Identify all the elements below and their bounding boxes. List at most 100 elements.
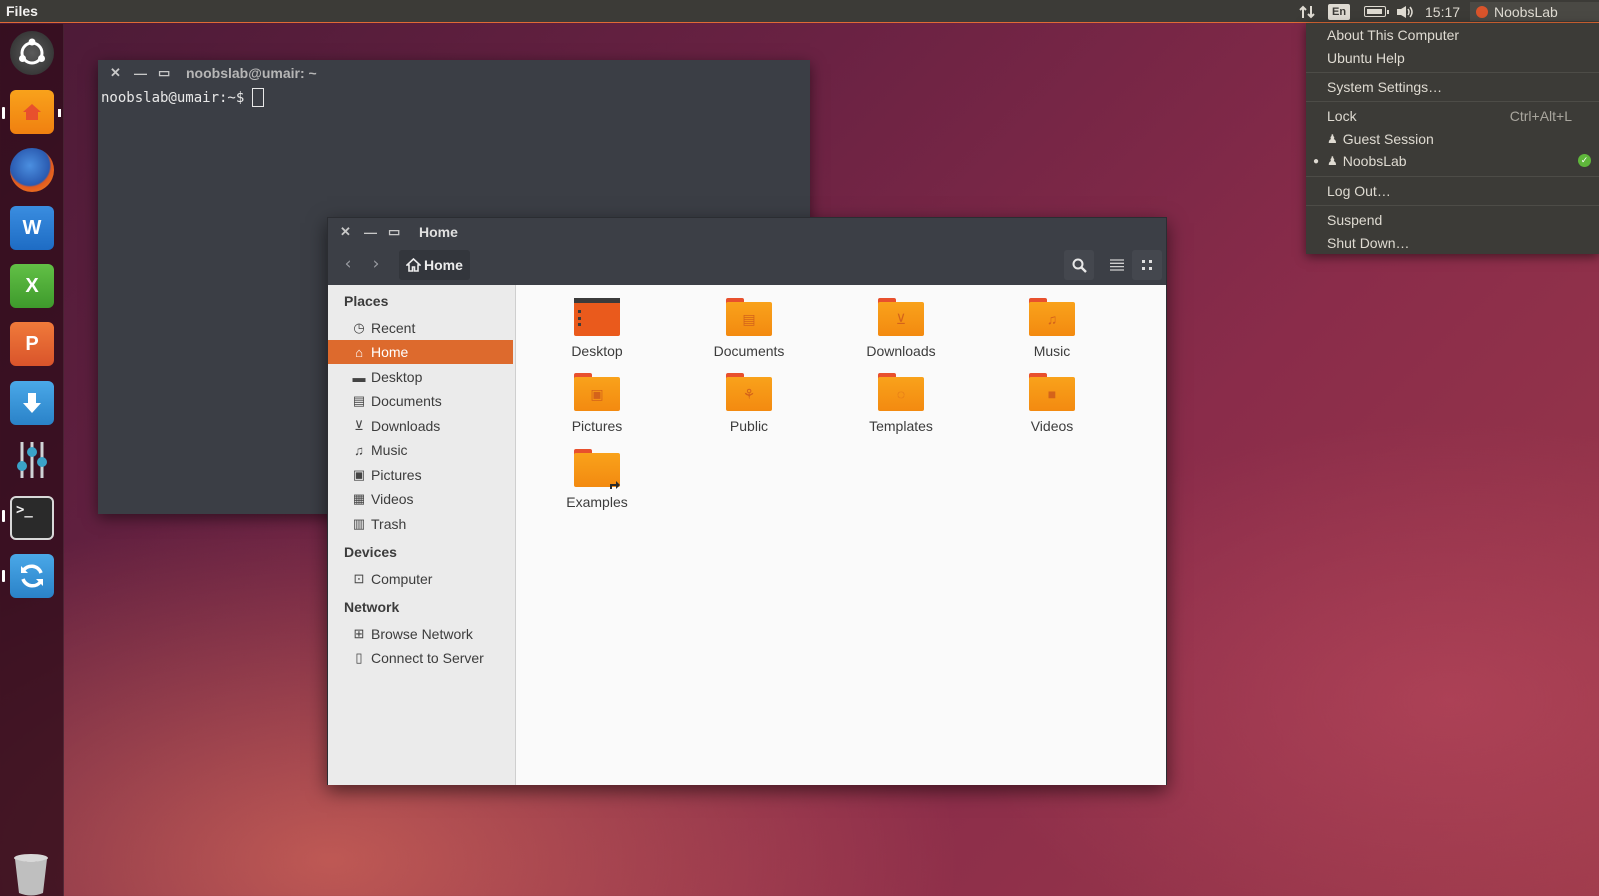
- sidebar-item-label: Home: [371, 344, 409, 360]
- menu-current-user[interactable]: ● ♟ NoobsLab: [1313, 151, 1587, 171]
- files-toolbar: ‹ › Home: [328, 246, 1166, 284]
- menu-about-computer[interactable]: About This Computer: [1327, 25, 1587, 45]
- sidebar-item-browse-network[interactable]: ⊞ Browse Network: [328, 622, 513, 646]
- sidebar-item-label: Computer: [371, 571, 433, 587]
- folder-item-examples[interactable]: Examples: [532, 449, 662, 510]
- minimize-icon[interactable]: —: [364, 225, 377, 240]
- grid-icon: [1142, 260, 1152, 270]
- sidebar-item-label: Documents: [371, 393, 442, 409]
- keyboard-layout-indicator[interactable]: En: [1328, 2, 1351, 21]
- menu-shut-down[interactable]: Shut Down…: [1327, 233, 1587, 253]
- menu-log-out[interactable]: Log Out…: [1327, 181, 1587, 201]
- equalizer-settings-icon[interactable]: [10, 438, 54, 482]
- folder-item-desktop[interactable]: Desktop: [532, 298, 662, 359]
- pictures-folder-icon: ▣: [574, 373, 620, 411]
- sidebar-item-documents[interactable]: ▤ Documents: [328, 389, 513, 413]
- firefox-icon[interactable]: [10, 148, 54, 192]
- places-header: Places: [344, 293, 389, 309]
- document-icon: ▤: [352, 393, 366, 408]
- terminal-prompt-line[interactable]: noobslab@umair:~$: [101, 88, 810, 107]
- desktop-folder-icon: [574, 298, 620, 336]
- menu-separator: [1306, 205, 1599, 206]
- files-titlebar[interactable]: ✕ — ▭ Home: [328, 218, 1166, 246]
- dash-ubuntu-icon[interactable]: [10, 31, 54, 75]
- folder-item-documents[interactable]: ▤ Documents: [684, 298, 814, 359]
- video-icon: ▦: [352, 491, 366, 506]
- folder-item-videos[interactable]: ■ Videos: [987, 373, 1117, 434]
- software-center-icon[interactable]: [10, 381, 54, 425]
- user-icon: ♟: [1327, 132, 1338, 146]
- minimize-icon[interactable]: —: [134, 66, 147, 81]
- sidebar-item-connect-to-server[interactable]: ▯ Connect to Server: [328, 646, 513, 670]
- home-icon: [406, 258, 421, 272]
- chevron-left-icon: ‹: [344, 254, 352, 274]
- folder-item-pictures[interactable]: ▣ Pictures: [532, 373, 662, 434]
- folder-item-templates[interactable]: ◌ Templates: [836, 373, 966, 434]
- music-folder-icon: ♫: [1029, 298, 1075, 336]
- search-button[interactable]: [1064, 250, 1094, 280]
- file-view[interactable]: Desktop ▤ Documents ⊻ Downloads ♫ Music …: [516, 285, 1166, 785]
- sidebar-item-videos[interactable]: ▦ Videos: [328, 487, 513, 511]
- videos-folder-icon: ■: [1029, 373, 1075, 411]
- close-icon[interactable]: ✕: [340, 224, 351, 240]
- files-window[interactable]: ✕ — ▭ Home ‹ › Home Places ◷ Recent ⌂ Home…: [327, 217, 1167, 785]
- sidebar-item-home[interactable]: ⌂ Home: [328, 340, 513, 364]
- launcher-running-pip: [2, 107, 5, 119]
- trash-launcher-icon[interactable]: [12, 852, 50, 896]
- calc-icon[interactable]: X: [10, 264, 54, 308]
- chevron-right-icon: ›: [372, 254, 380, 274]
- files-title: Home: [419, 224, 458, 240]
- launcher-focus-pip: [58, 109, 61, 117]
- software-updater-icon[interactable]: [10, 554, 54, 598]
- menu-current-user-label: NoobsLab: [1342, 153, 1407, 169]
- sidebar-item-pictures[interactable]: ▣ Pictures: [328, 463, 513, 487]
- clock[interactable]: 15:17: [1425, 2, 1460, 21]
- menu-lock-shortcut: Ctrl+Alt+L: [1509, 108, 1572, 124]
- folder-item-music[interactable]: ♫ Music: [987, 298, 1117, 359]
- maximize-icon[interactable]: ▭: [158, 65, 170, 81]
- sidebar-item-trash[interactable]: ▥ Trash: [328, 512, 513, 536]
- sidebar-item-label: Trash: [371, 516, 407, 532]
- menu-lock-label: Lock: [1327, 108, 1357, 124]
- menu-system-settings[interactable]: System Settings…: [1327, 77, 1587, 97]
- breadcrumb-label: Home: [424, 257, 463, 273]
- devices-header: Devices: [344, 544, 397, 560]
- folder-label: Downloads: [866, 343, 936, 359]
- battery-icon[interactable]: [1361, 2, 1389, 21]
- list-view-button[interactable]: [1102, 250, 1132, 280]
- impress-icon[interactable]: P: [10, 322, 54, 366]
- menu-separator: [1306, 101, 1599, 102]
- terminal-titlebar[interactable]: ✕ — ▭ noobslab@umair: ~: [98, 60, 810, 86]
- menu-lock[interactable]: Lock Ctrl+Alt+L: [1327, 106, 1587, 126]
- menu-suspend[interactable]: Suspend: [1327, 210, 1587, 230]
- symlink-arrow-icon: [610, 481, 620, 489]
- terminal-launcher-icon[interactable]: >_: [10, 496, 54, 540]
- back-button[interactable]: ‹: [335, 251, 361, 277]
- volume-icon[interactable]: [1394, 2, 1416, 21]
- close-icon[interactable]: ✕: [110, 65, 121, 81]
- sidebar-item-desktop[interactable]: ▬ Desktop: [328, 365, 513, 389]
- session-indicator[interactable]: NoobsLab: [1470, 2, 1599, 21]
- sidebar-item-label: Browse Network: [371, 626, 473, 642]
- folder-label: Pictures: [571, 418, 623, 434]
- network-transfer-icon[interactable]: [1297, 2, 1317, 21]
- sidebar-item-recent[interactable]: ◷ Recent: [328, 316, 513, 340]
- folder-label: Public: [729, 418, 769, 434]
- maximize-icon[interactable]: ▭: [388, 224, 400, 240]
- files-launcher-icon[interactable]: [10, 90, 54, 134]
- folder-item-public[interactable]: ⚘ Public: [684, 373, 814, 434]
- writer-icon[interactable]: W: [10, 206, 54, 250]
- sidebar-item-label: Recent: [371, 320, 416, 336]
- breadcrumb-home[interactable]: Home: [399, 250, 470, 280]
- app-title: Files: [6, 3, 38, 19]
- forward-button[interactable]: ›: [363, 251, 389, 277]
- trash-icon: ▥: [352, 516, 366, 531]
- sidebar-item-music[interactable]: ♫ Music: [328, 438, 513, 462]
- sidebar-item-computer[interactable]: ⊡ Computer: [328, 567, 513, 591]
- active-bullet: ●: [1313, 155, 1320, 167]
- menu-ubuntu-help[interactable]: Ubuntu Help: [1327, 48, 1587, 68]
- menu-guest-session[interactable]: ♟ Guest Session: [1327, 129, 1587, 149]
- sidebar-item-downloads[interactable]: ⊻ Downloads: [328, 414, 513, 438]
- grid-view-button[interactable]: [1132, 250, 1162, 280]
- folder-item-downloads[interactable]: ⊻ Downloads: [836, 298, 966, 359]
